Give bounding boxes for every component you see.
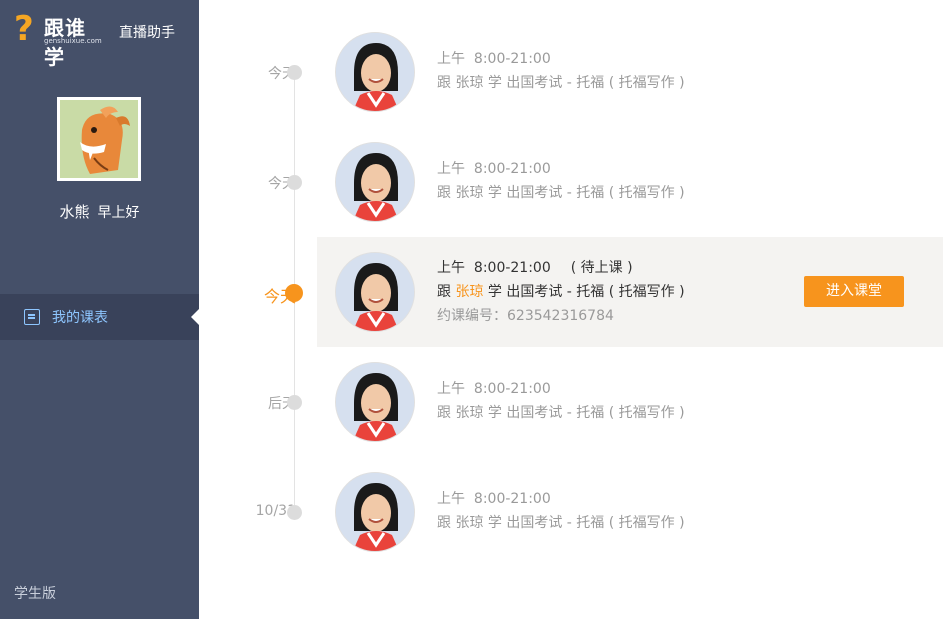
app-logo: ? 跟谁学 genshuixue.com bbox=[14, 9, 104, 69]
teacher-name[interactable]: 张琼 bbox=[455, 405, 483, 421]
time-range: 8:00-21:00 bbox=[473, 51, 551, 67]
time-range: 8:00-21:00 bbox=[473, 381, 551, 397]
teacher-name[interactable]: 张琼 bbox=[455, 185, 483, 201]
timeline-dot-active bbox=[285, 284, 303, 302]
title-prefix: 跟 bbox=[437, 515, 451, 531]
lesson-title: 跟 张琼 学 出国考试 - 托福 ( 托福写作 ) bbox=[437, 280, 685, 304]
teacher-avatar[interactable] bbox=[335, 142, 415, 222]
active-pointer-icon bbox=[191, 309, 199, 325]
course-name: 学 出国考试 - 托福 ( 托福写作 ) bbox=[487, 284, 685, 300]
lesson-info: 上午 8:00-21:00 跟 张琼 学 出国考试 - 托福 ( 托福写作 ) bbox=[437, 487, 685, 535]
lesson-title: 跟 张琼 学 出国考试 - 托福 ( 托福写作 ) bbox=[437, 511, 685, 535]
user-name: 水熊 bbox=[59, 203, 90, 221]
logo-url: genshuixue.com bbox=[44, 37, 102, 45]
day-label: 今天 bbox=[268, 176, 296, 192]
app-name: 直播助手 bbox=[119, 25, 175, 41]
teacher-avatar[interactable] bbox=[335, 472, 415, 552]
day-label: 10/31 bbox=[255, 503, 296, 519]
course-name: 学 出国考试 - 托福 ( 托福写作 ) bbox=[487, 75, 685, 91]
course-name: 学 出国考试 - 托福 ( 托福写作 ) bbox=[487, 185, 685, 201]
avatar-image bbox=[60, 100, 138, 178]
teacher-avatar[interactable] bbox=[335, 32, 415, 112]
teacher-name[interactable]: 张琼 bbox=[455, 75, 483, 91]
teacher-avatar[interactable] bbox=[335, 252, 415, 332]
lesson-title: 跟 张琼 学 出国考试 - 托福 ( 托福写作 ) bbox=[437, 401, 685, 425]
teacher-avatar[interactable] bbox=[335, 362, 415, 442]
lesson-time: 上午 8:00-21:00 bbox=[437, 157, 685, 181]
lesson-status: ( 待上课 ) bbox=[570, 260, 633, 276]
timeline-dot bbox=[287, 65, 302, 80]
time-prefix: 上午 bbox=[437, 381, 465, 397]
order-number: 约课编号：623542316784 bbox=[437, 304, 685, 328]
day-label: 今天 bbox=[268, 66, 296, 82]
lesson-info: 上午 8:00-21:00 跟 张琼 学 出国考试 - 托福 ( 托福写作 ) bbox=[437, 157, 685, 205]
schedule-icon bbox=[24, 309, 40, 325]
order-value: 623542316784 bbox=[507, 308, 614, 324]
time-prefix: 上午 bbox=[437, 161, 465, 177]
course-name: 学 出国考试 - 托福 ( 托福写作 ) bbox=[487, 405, 685, 421]
time-range: 8:00-21:00 bbox=[473, 491, 551, 507]
lesson-time: 上午 8:00-21:00 bbox=[437, 47, 685, 71]
lesson-title: 跟 张琼 学 出国考试 - 托福 ( 托福写作 ) bbox=[437, 181, 685, 205]
teacher-name-link[interactable]: 张琼 bbox=[455, 284, 483, 300]
time-range: 8:00-21:00 bbox=[473, 161, 551, 177]
timeline-dot bbox=[287, 395, 302, 410]
time-prefix: 上午 bbox=[437, 260, 465, 276]
sidebar: ? 跟谁学 genshuixue.com 直播助手 水熊 早上好 我的课表 学生版 bbox=[0, 0, 199, 619]
lesson-info-active: 上午 8:00-21:00 ( 待上课 ) 跟 张琼 学 出国考试 - 托福 ( … bbox=[437, 256, 685, 328]
version-label: 学生版 bbox=[14, 586, 56, 602]
sidebar-item-label: 我的课表 bbox=[52, 310, 108, 326]
timeline-dot bbox=[287, 505, 302, 520]
title-prefix: 跟 bbox=[437, 185, 451, 201]
teacher-name[interactable]: 张琼 bbox=[455, 515, 483, 531]
lesson-info: 上午 8:00-21:00 跟 张琼 学 出国考试 - 托福 ( 托福写作 ) bbox=[437, 47, 685, 95]
time-prefix: 上午 bbox=[437, 491, 465, 507]
timeline-dot bbox=[287, 175, 302, 190]
day-label-active: 今天 bbox=[263, 287, 296, 306]
day-label: 后天 bbox=[268, 396, 296, 412]
greeting-text: 早上好 bbox=[97, 205, 140, 221]
lesson-time: 上午 8:00-21:00 bbox=[437, 487, 685, 511]
user-greeting: 水熊 早上好 bbox=[0, 201, 199, 222]
user-avatar[interactable] bbox=[57, 97, 141, 181]
lesson-time: 上午 8:00-21:00 ( 待上课 ) bbox=[437, 256, 685, 280]
lesson-info: 上午 8:00-21:00 跟 张琼 学 出国考试 - 托福 ( 托福写作 ) bbox=[437, 377, 685, 425]
time-prefix: 上午 bbox=[437, 51, 465, 67]
title-prefix: 跟 bbox=[437, 75, 451, 91]
sidebar-item-my-schedule[interactable]: 我的课表 bbox=[0, 294, 199, 340]
logo-mark-icon: ? bbox=[14, 9, 34, 49]
enter-classroom-button[interactable]: 进入课堂 bbox=[804, 276, 904, 307]
title-prefix: 跟 bbox=[437, 284, 451, 300]
time-range: 8:00-21:00 bbox=[473, 260, 551, 276]
order-label: 约课编号： bbox=[437, 308, 507, 324]
lesson-title: 跟 张琼 学 出国考试 - 托福 ( 托福写作 ) bbox=[437, 71, 685, 95]
course-name: 学 出国考试 - 托福 ( 托福写作 ) bbox=[487, 515, 685, 531]
title-prefix: 跟 bbox=[437, 405, 451, 421]
lesson-time: 上午 8:00-21:00 bbox=[437, 377, 685, 401]
